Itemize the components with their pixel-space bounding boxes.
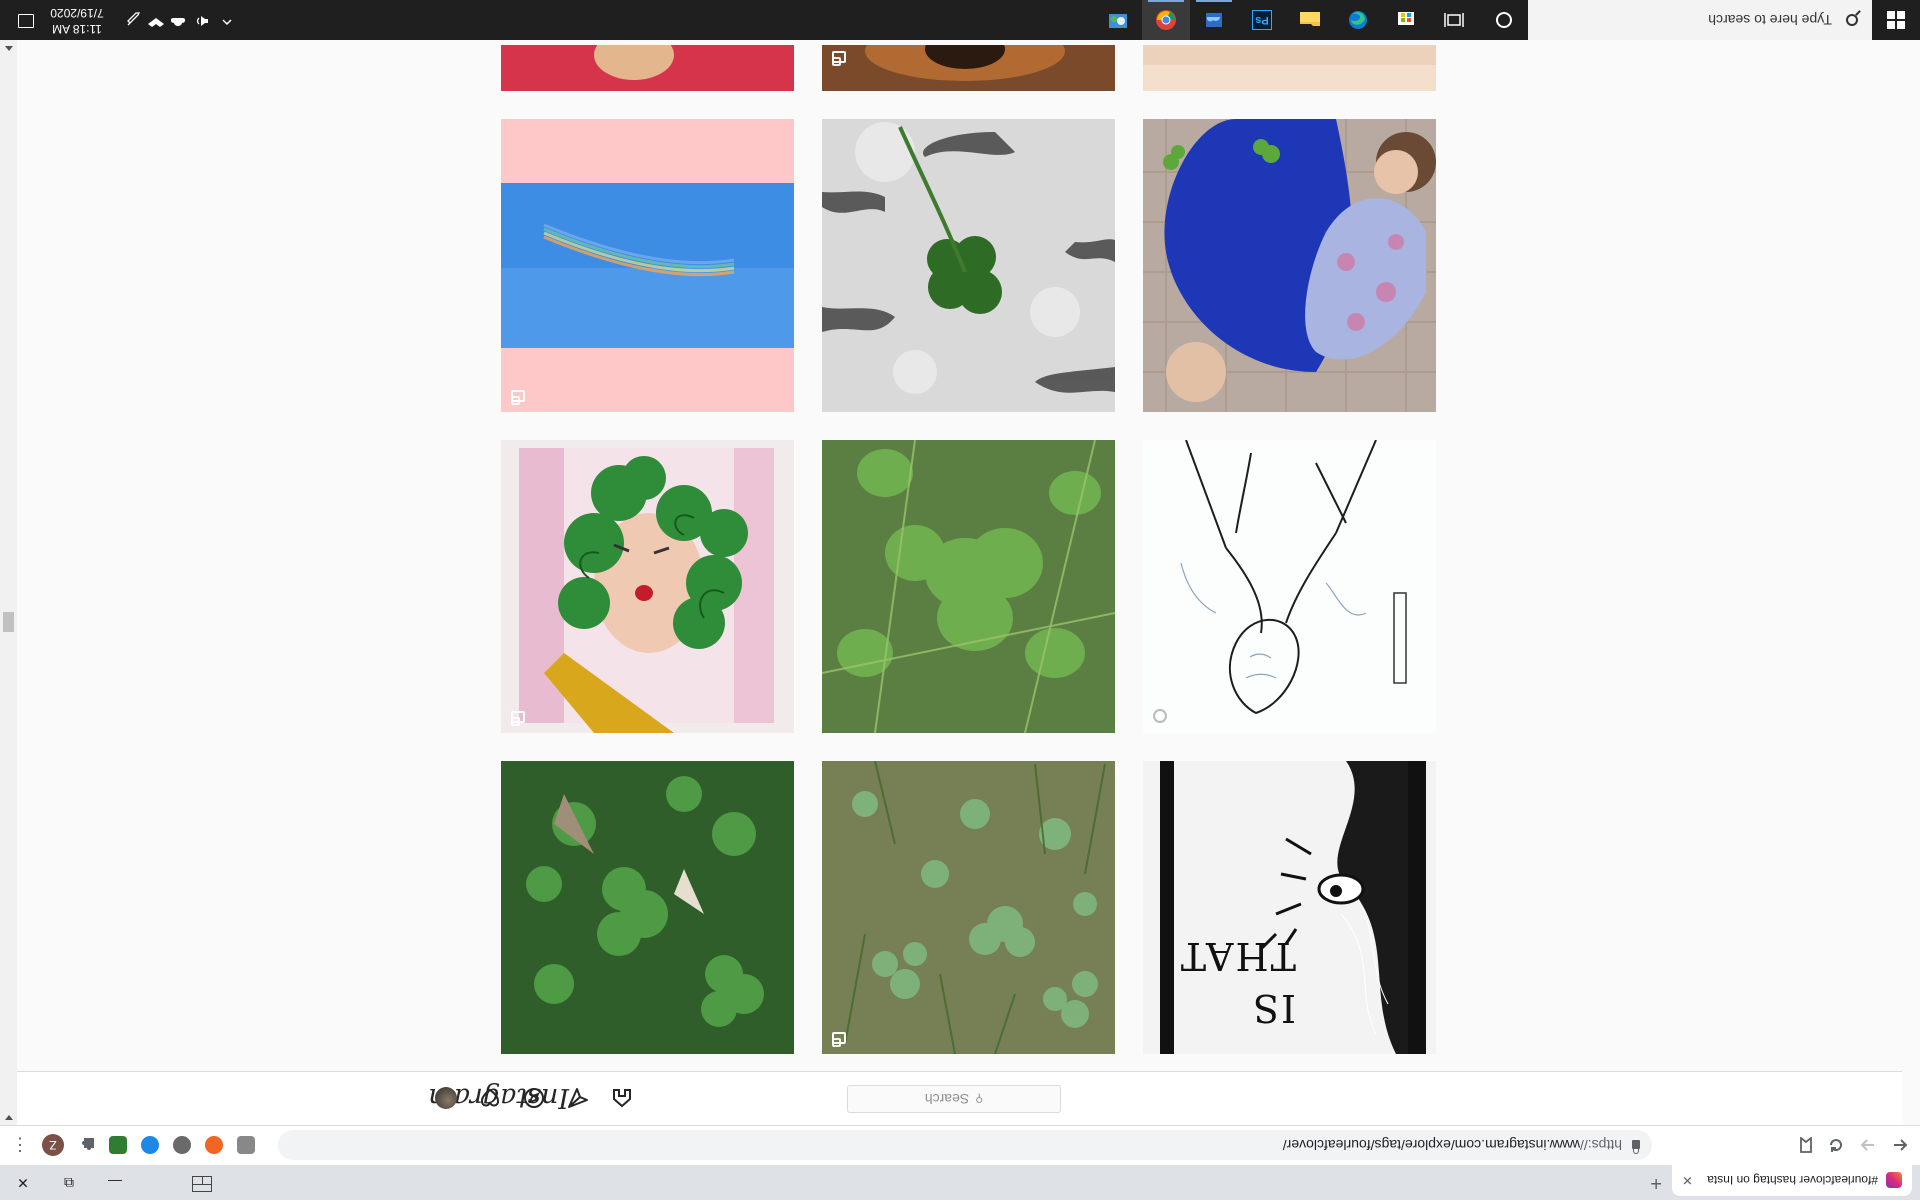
microsoft-store-icon[interactable]	[1382, 0, 1430, 40]
search-placeholder: Search	[924, 1091, 970, 1107]
scroll-up-arrow-icon[interactable]	[5, 1115, 13, 1120]
post-clover-patch[interactable]	[501, 761, 794, 1054]
scroll-thumb[interactable]	[3, 612, 14, 632]
back-arrow-icon[interactable]	[1886, 1131, 1914, 1159]
chrome-icon[interactable]	[1142, 0, 1190, 40]
start-button[interactable]	[1872, 0, 1920, 40]
tab-title: #fourleafclover hashtag on Insta	[1707, 1173, 1878, 1188]
post-partial-2[interactable]	[822, 45, 1115, 91]
multi-post-badge-icon	[832, 1032, 846, 1044]
browser-toolbar: https://www.instagram.com/explore/tags/f…	[0, 1125, 1920, 1165]
browser-menu-icon[interactable]: ⋮	[6, 1131, 34, 1159]
bookmark-icon[interactable]	[1792, 1131, 1820, 1159]
post-green-hair-drawing[interactable]	[501, 440, 794, 733]
multi-post-badge-icon	[511, 390, 525, 402]
notification-center-icon[interactable]	[18, 14, 34, 28]
onedrive-cloud-icon[interactable]	[170, 13, 186, 28]
post-partial-1[interactable]	[501, 45, 794, 91]
restore-button[interactable]: ⧉	[46, 1165, 92, 1200]
instagram-top-nav: Instagram ⚲ Search	[0, 1071, 1902, 1125]
edge-icon[interactable]	[1334, 0, 1382, 40]
extensions-puzzle-icon[interactable]	[75, 1131, 103, 1159]
post-comic-panel[interactable]: IS THAT	[1143, 761, 1436, 1054]
new-tab-button[interactable]: +	[1650, 1171, 1662, 1194]
file-explorer-icon[interactable]	[1286, 0, 1334, 40]
tab-close-icon[interactable]: ✕	[1682, 1173, 1693, 1189]
minimize-button[interactable]: —	[92, 1165, 138, 1200]
post-rainbow-sky[interactable]	[501, 119, 794, 412]
post-kids-clover[interactable]	[1143, 119, 1436, 412]
taskbar-clock[interactable]: 11:18 AM 7/19/2020	[42, 5, 112, 37]
browser-tab-strip: #fourleafclover hashtag on Insta ✕ + — ⧉…	[0, 1165, 1920, 1200]
instagram-search-input[interactable]: ⚲ Search	[847, 1085, 1061, 1113]
chevron-up-icon[interactable]	[221, 13, 233, 28]
post-clover-on-concrete[interactable]	[822, 119, 1115, 412]
post-clover-grass[interactable]	[822, 761, 1115, 1054]
running-indicator	[1148, 0, 1184, 2]
clock-time: 11:18 AM	[52, 22, 102, 36]
window-close-button[interactable]: ✕	[0, 1165, 46, 1200]
search-icon	[1846, 14, 1858, 26]
video-badge-icon	[1153, 709, 1167, 723]
clock-date: 7/19/2020	[50, 6, 104, 20]
task-view-icon[interactable]	[1430, 0, 1478, 40]
address-bar-url: https://www.instagram.com/explore/tags/f…	[1282, 1137, 1622, 1153]
taskbar-search-box[interactable]: Type here to search	[1528, 0, 1872, 40]
extension-green-icon[interactable]	[109, 1136, 127, 1154]
comic-speech-text: IS THAT	[1178, 934, 1296, 1030]
windows-logo-icon	[1887, 11, 1905, 29]
instagram-favicon-icon	[1886, 1172, 1902, 1189]
page-scrollbar[interactable]	[0, 40, 17, 1125]
extension-blue-icon[interactable]	[141, 1136, 159, 1154]
multi-post-badge-icon	[511, 711, 525, 723]
scroll-down-arrow-icon[interactable]	[5, 46, 13, 51]
running-indicator	[1196, 0, 1232, 2]
dropbox-icon[interactable]	[148, 11, 164, 28]
tab-search-icon[interactable]	[192, 1176, 212, 1192]
extension-grey-icon[interactable]	[237, 1136, 255, 1154]
post-sketch-portrait[interactable]	[1143, 440, 1436, 733]
extension-dark-circle-icon[interactable]	[173, 1136, 191, 1154]
profile-avatar-icon[interactable]	[435, 1087, 457, 1109]
photoshop-icon[interactable]: Ps	[1238, 0, 1286, 40]
post-partial-3[interactable]	[1143, 45, 1436, 91]
activity-heart-icon[interactable]	[479, 1087, 501, 1109]
forward-arrow-icon[interactable]	[1854, 1131, 1882, 1159]
browser-tab-active[interactable]: #fourleafclover hashtag on Insta ✕	[1672, 1165, 1912, 1196]
taskbar-search-placeholder: Type here to search	[1708, 12, 1832, 28]
multi-post-badge-icon	[832, 51, 846, 63]
post-clover-leaves[interactable]	[822, 440, 1115, 733]
screen-rotated-180: #fourleafclover hashtag on Insta ✕ + — ⧉…	[0, 0, 1920, 1200]
address-bar[interactable]: https://www.instagram.com/explore/tags/f…	[278, 1130, 1652, 1160]
volume-icon[interactable]	[194, 11, 210, 28]
profile-avatar[interactable]: Z	[42, 1134, 64, 1156]
pen-icon[interactable]	[125, 9, 141, 28]
onedrive-icon[interactable]	[1190, 0, 1238, 40]
home-icon[interactable]	[611, 1087, 633, 1109]
windows-taskbar: Type here to search Ps 11:18 AM 7/19/202…	[0, 0, 1920, 40]
cortana-icon[interactable]	[1480, 0, 1528, 40]
direct-messages-icon[interactable]	[567, 1087, 589, 1109]
lock-icon	[1632, 1140, 1640, 1150]
control-panel-icon[interactable]	[1094, 0, 1142, 40]
extension-orange-icon[interactable]	[205, 1136, 223, 1154]
explore-compass-icon[interactable]	[523, 1087, 545, 1109]
reload-icon[interactable]	[1822, 1131, 1850, 1159]
search-icon: ⚲	[975, 1092, 984, 1105]
